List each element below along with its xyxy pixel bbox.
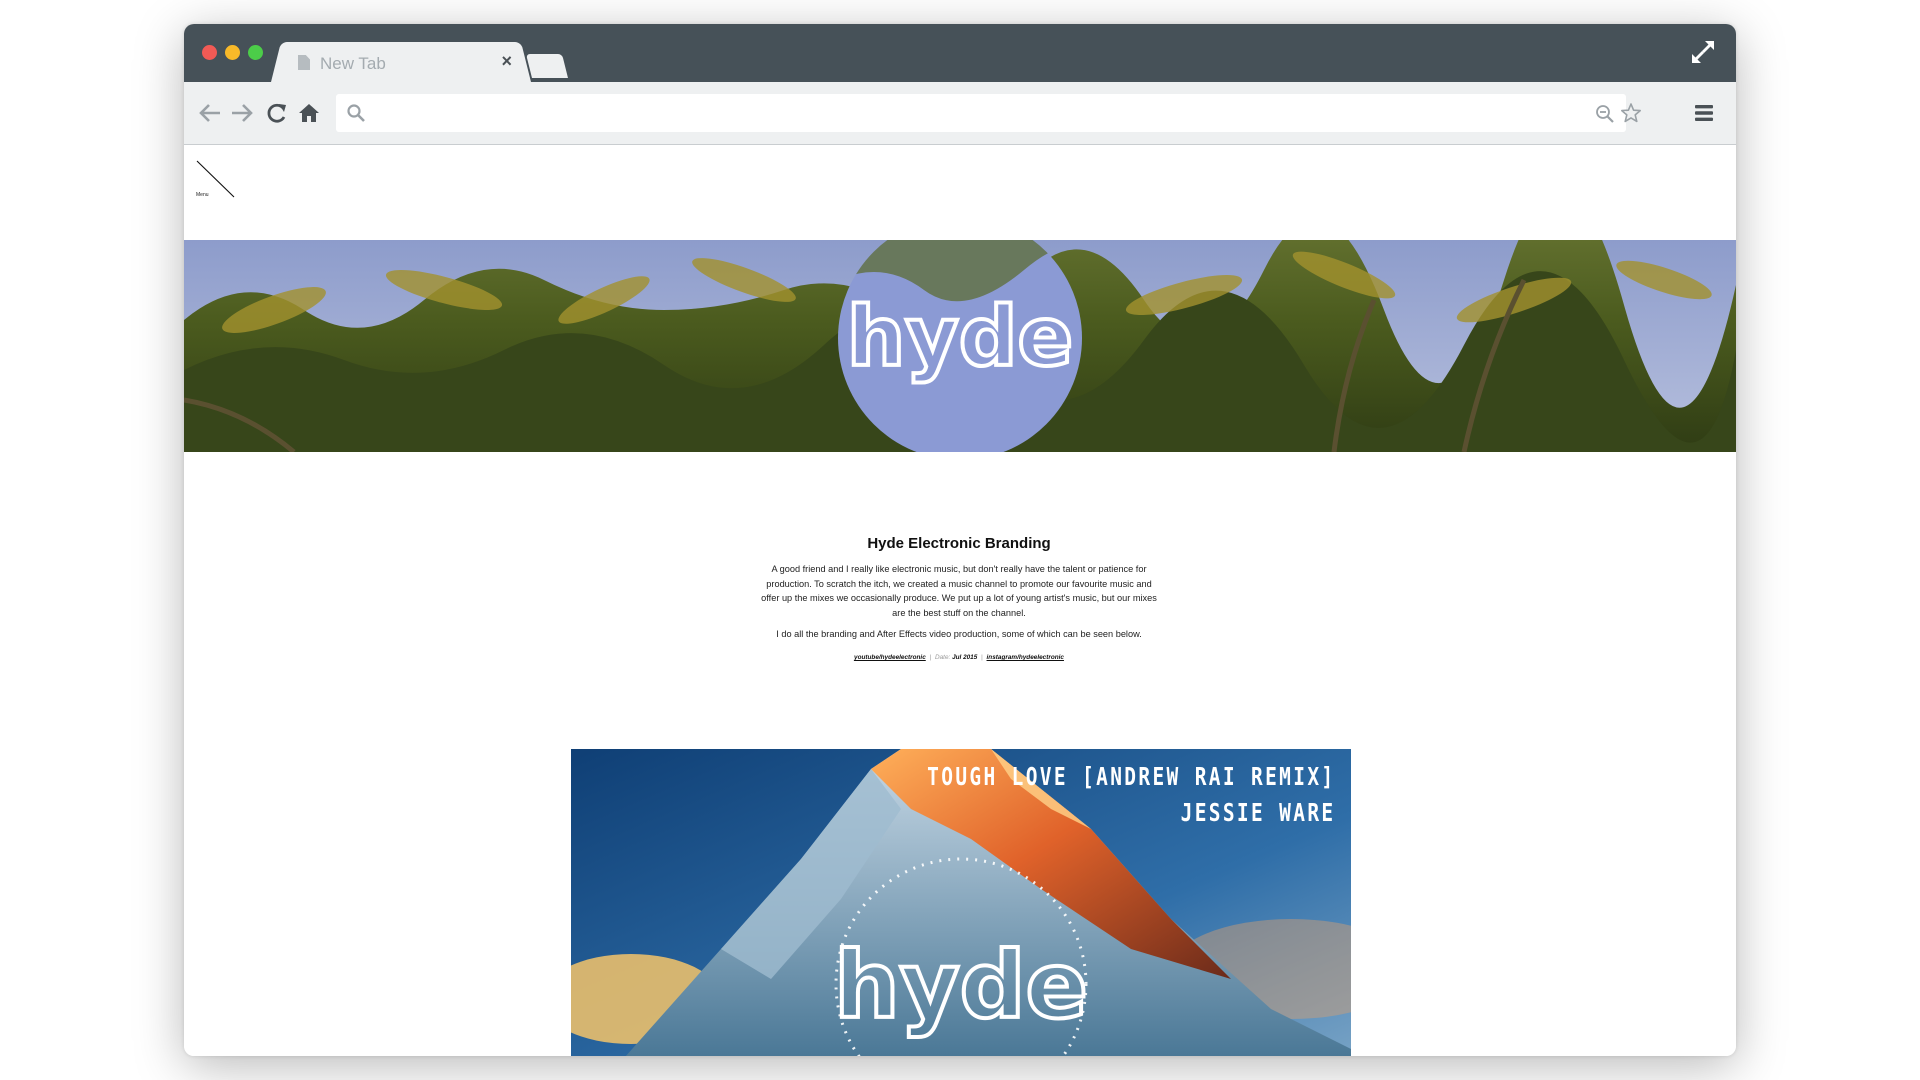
tab-close-button[interactable]: × xyxy=(501,51,512,72)
bookmark-star-icon[interactable] xyxy=(1620,102,1642,124)
track-name: TOUGH LOVE [ANDREW RAI REMIX] xyxy=(926,762,1335,791)
artwork-hyde-logo: hyde xyxy=(834,932,1088,1039)
browser-toolbar xyxy=(184,82,1736,145)
browser-window: New Tab × Menu hyde Hyde Electronic Bran… xyxy=(184,24,1736,1056)
project-title: Hyde Electronic Branding xyxy=(867,535,1051,552)
address-input[interactable] xyxy=(376,94,1580,134)
minimize-window-button[interactable] xyxy=(225,45,240,60)
back-arrow-icon[interactable] xyxy=(198,102,222,124)
site-menu-label: Menu xyxy=(196,192,209,198)
meta-separator: | xyxy=(929,653,932,661)
hero-banner: hyde xyxy=(184,240,1736,452)
meta-separator: | xyxy=(981,653,983,661)
project-intro: Hyde Electronic Branding A good friend a… xyxy=(760,535,1158,661)
web-page: Menu hyde Hyde Electronic Branding A goo… xyxy=(184,145,1736,1056)
track-artwork: hyde TOUGH LOVE [ANDREW RAI REMIX] JESSI… xyxy=(571,749,1351,1056)
address-bar[interactable] xyxy=(336,94,1626,134)
home-icon[interactable] xyxy=(297,102,321,124)
project-role: I do all the branding and After Effects … xyxy=(776,629,1142,640)
fullscreen-icon[interactable] xyxy=(1690,39,1716,65)
browser-menu-icon[interactable] xyxy=(1694,103,1714,123)
title-bar: New Tab × xyxy=(184,24,1736,82)
palm-trees-image: hyde xyxy=(184,240,1736,452)
hyde-logo: hyde xyxy=(847,290,1073,385)
instagram-link[interactable]: instagram/hydeelectronic xyxy=(987,654,1064,661)
date-label: Date: xyxy=(935,653,951,661)
artist-name: JESSIE WARE xyxy=(1180,798,1335,827)
zoom-out-icon[interactable] xyxy=(1595,104,1615,124)
new-tab-button[interactable] xyxy=(526,54,568,78)
browser-tab[interactable]: New Tab × xyxy=(284,42,518,82)
search-icon xyxy=(347,104,365,122)
youtube-link[interactable]: youtube/hydeelectronic xyxy=(854,654,926,661)
tab-title: New Tab xyxy=(320,54,386,73)
document-icon xyxy=(298,55,310,70)
date-value: Jul 2015 xyxy=(952,653,978,661)
project-description: A good friend and I really like electron… xyxy=(761,564,1157,618)
zoom-window-button[interactable] xyxy=(248,45,263,60)
artwork-title: TOUGH LOVE [ANDREW RAI REMIX] JESSIE WAR… xyxy=(927,759,1335,831)
project-meta: youtube/hydeelectronic | Date: Jul 2015 … xyxy=(760,654,1158,661)
close-window-button[interactable] xyxy=(202,45,217,60)
forward-arrow-icon[interactable] xyxy=(230,102,254,124)
reload-icon[interactable] xyxy=(265,102,289,124)
site-menu-button[interactable]: Menu xyxy=(194,158,238,200)
